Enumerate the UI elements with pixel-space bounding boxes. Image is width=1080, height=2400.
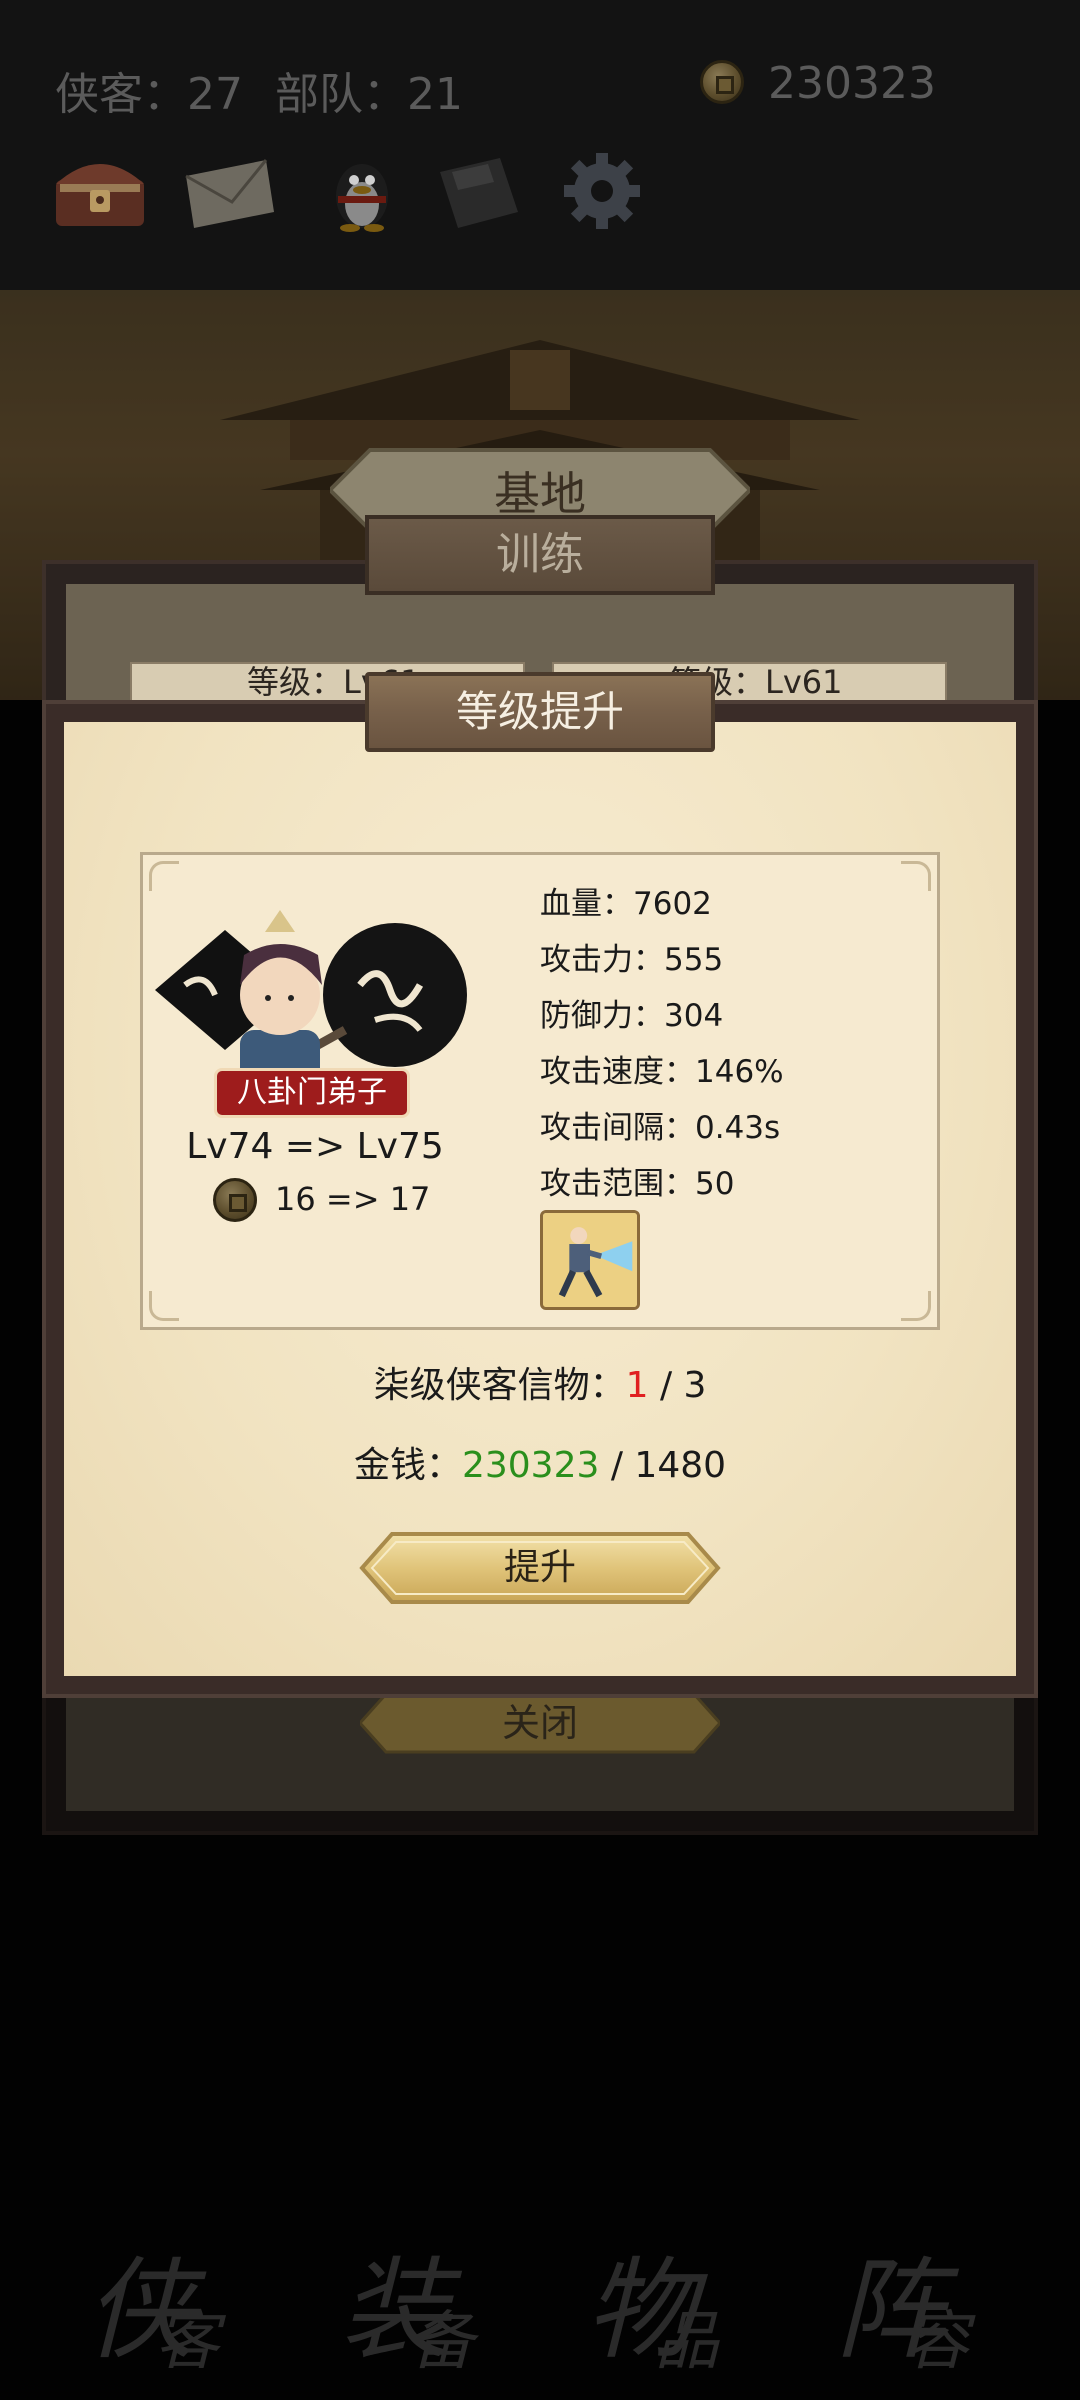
nav-items-glyph-small: 品 xyxy=(655,2305,719,2379)
nav-lineup[interactable]: 阵 容 xyxy=(835,2220,1005,2379)
token-need: / 3 xyxy=(648,1365,707,1406)
tab-training[interactable]: 训练 xyxy=(365,515,715,595)
skill-icon[interactable] xyxy=(540,1210,640,1310)
qq-penguin-icon[interactable] xyxy=(312,150,412,232)
money-label: 金钱： xyxy=(353,1445,462,1486)
level-change: Lv74 => Lv75 xyxy=(186,1126,444,1167)
money-requirement: 金钱：230323 / 1480 xyxy=(140,1436,940,1488)
nav-equipment-glyph-small: 备 xyxy=(410,2305,474,2379)
gold-display: 230323 xyxy=(700,58,936,109)
nav-items[interactable]: 物 品 xyxy=(585,2220,755,2379)
save-disk-icon[interactable] xyxy=(430,150,530,232)
mail-icon[interactable] xyxy=(180,150,280,232)
stat-attack-range: 攻击范围：50 xyxy=(540,1166,735,1202)
nav-equipment[interactable]: 装 备 xyxy=(340,2220,510,2379)
hero-name-tag: 八卦门弟子 xyxy=(214,1068,410,1118)
upgrade-button[interactable]: 提升 xyxy=(358,1530,722,1606)
hero-count: 侠客：27 xyxy=(55,69,243,120)
gold-amount: 230323 xyxy=(768,58,936,109)
nav-lineup-glyph-small: 容 xyxy=(905,2305,969,2379)
bottom-nav: 侠 客 装 备 物 品 阵 容 xyxy=(0,2190,1080,2400)
money-have: 230323 xyxy=(461,1445,600,1486)
stat-hp: 血量：7602 xyxy=(540,886,712,922)
stat-attack: 攻击力：555 xyxy=(540,942,724,978)
nav-heroes-glyph-small: 客 xyxy=(155,2305,219,2379)
gear-icon[interactable] xyxy=(552,150,652,232)
coin-icon xyxy=(700,60,744,104)
card-corner-ornament xyxy=(901,1291,931,1321)
token-requirement: 柒级侠客信物：1 / 3 xyxy=(140,1356,940,1408)
money-need: / 1480 xyxy=(599,1445,727,1486)
nav-heroes[interactable]: 侠 客 xyxy=(85,2220,255,2379)
chest-icon[interactable] xyxy=(50,150,150,232)
cost-change: 16 => 17 xyxy=(213,1178,430,1226)
stat-attack-speed: 攻击速度：146% xyxy=(540,1054,784,1090)
stat-defense: 防御力：304 xyxy=(540,998,724,1034)
levelup-title: 等级提升 xyxy=(365,672,715,752)
troop-count: 部队：21 xyxy=(275,69,463,120)
coin-icon xyxy=(213,1178,257,1222)
cost-change-text: 16 => 17 xyxy=(275,1180,431,1218)
token-have: 1 xyxy=(625,1365,649,1406)
card-corner-ornament xyxy=(901,861,931,891)
token-label: 柒级侠客信物： xyxy=(373,1365,626,1406)
card-corner-ornament xyxy=(149,1291,179,1321)
close-button[interactable]: 关闭 xyxy=(360,1690,720,1756)
stat-attack-interval: 攻击间隔：0.43s xyxy=(540,1110,781,1146)
hero-stats: 血量：7602 攻击力：555 防御力：304 攻击速度：146% 攻击间隔：0… xyxy=(540,880,784,1216)
top-status-bar: 侠客：27 部队：21 230323 xyxy=(0,0,1080,290)
